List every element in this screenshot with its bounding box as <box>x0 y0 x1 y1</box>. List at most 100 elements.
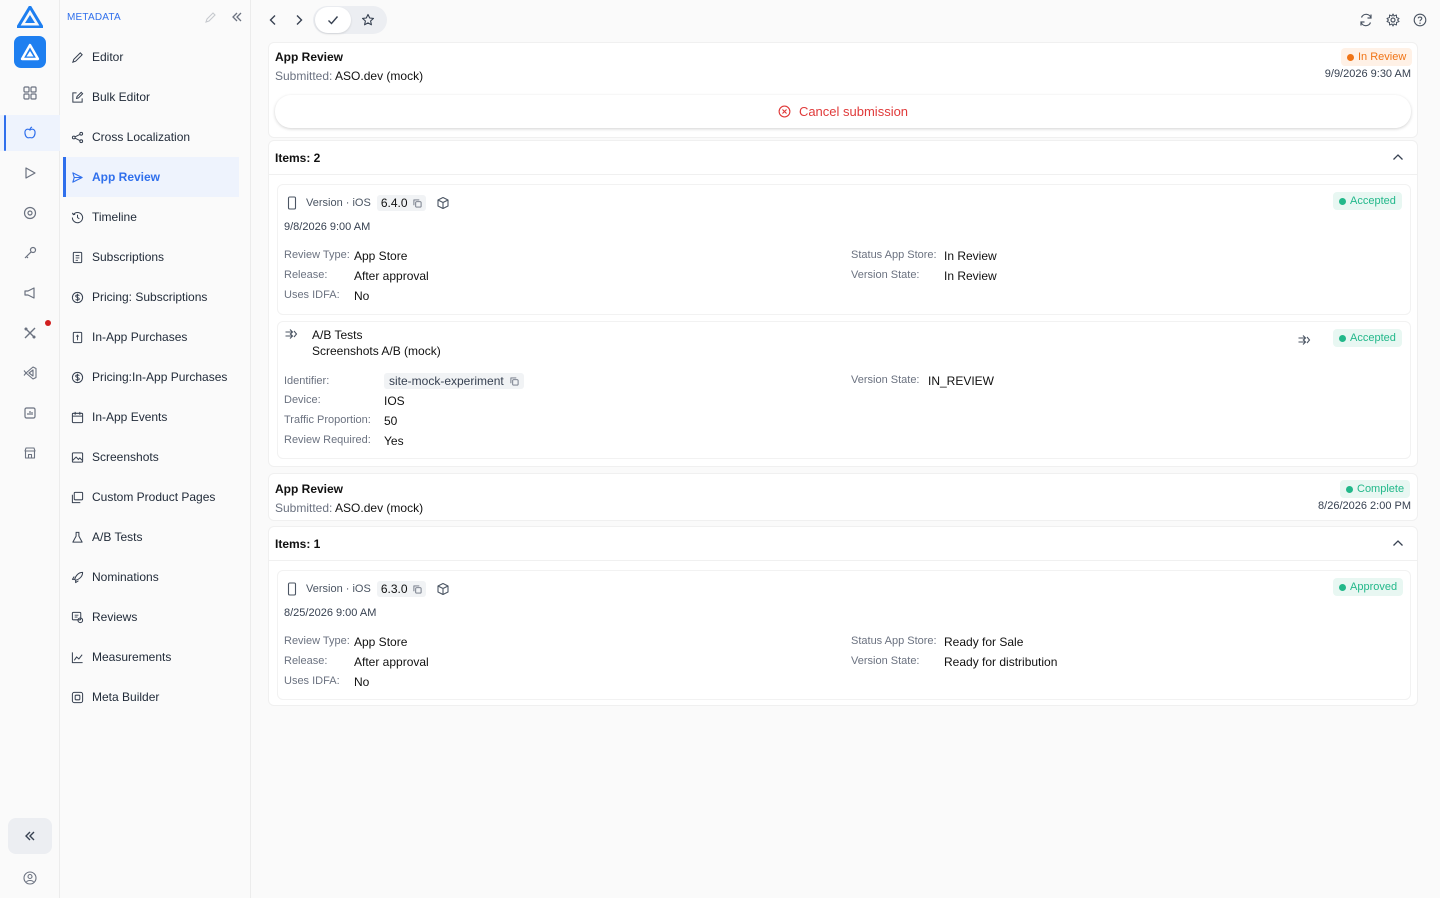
store-status-label: Status App Store: <box>851 249 937 261</box>
cancel-submission-button[interactable]: Cancel submission <box>275 95 1411 128</box>
sidebar-item-timeline[interactable]: Timeline <box>63 197 239 237</box>
divider <box>268 560 1418 561</box>
copy-icon[interactable] <box>510 376 519 386</box>
version-state-row: Version State: In Review <box>851 269 997 283</box>
megaphone-icon[interactable] <box>0 275 60 311</box>
send-icon <box>72 171 83 183</box>
collapse-sidebar-icon[interactable] <box>230 10 244 24</box>
device-value: IOS <box>384 394 405 408</box>
sidebar-item-in-app-purchases[interactable]: In-App Purchases <box>63 317 239 357</box>
aso-logo-icon[interactable] <box>16 5 44 29</box>
report-icon[interactable] <box>0 395 60 431</box>
review-type-row: Review Type: App Store <box>284 249 407 263</box>
sidebar-item-label: Measurements <box>92 650 172 664</box>
version-state-value: In Review <box>944 269 997 283</box>
star-icon <box>361 13 375 26</box>
sidebar-item-bulk-editor[interactable]: Bulk Editor <box>63 77 239 117</box>
sidebar-item-in-app-events[interactable]: In-App Events <box>63 397 239 437</box>
help-circle-icon <box>1413 13 1427 27</box>
icon-rail <box>0 0 60 898</box>
sidebar-item-subscriptions[interactable]: Subscriptions <box>63 237 239 277</box>
status-badge: Complete <box>1340 480 1411 498</box>
ab-version-state-row: Version State: IN_REVIEW <box>851 374 994 388</box>
apps-grid-icon[interactable] <box>0 75 60 111</box>
app-icon[interactable] <box>14 36 46 68</box>
settings-button[interactable] <box>1379 6 1407 34</box>
version-chip[interactable]: 6.4.0 <box>376 195 426 211</box>
user-account-icon[interactable] <box>0 864 60 892</box>
review-date: 8/26/2026 2:00 PM <box>1318 500 1411 512</box>
sidebar-item-ab-tests[interactable]: A/B Tests <box>63 517 239 557</box>
status-badge: Approved <box>1333 578 1404 596</box>
ab-test-item-card <box>277 321 1411 459</box>
version-row: Version · iOS 6.4.0 <box>285 195 450 211</box>
receipt-icon <box>72 331 83 343</box>
cancel-submission-label: Cancel submission <box>798 104 909 119</box>
ab-test-action-icon[interactable] <box>1297 333 1311 347</box>
sidebar-item-measurements[interactable]: Measurements <box>63 637 239 677</box>
sidebar-item-screenshots[interactable]: Screenshots <box>63 437 239 477</box>
vscode-icon[interactable] <box>0 355 60 391</box>
copy-icon[interactable] <box>412 584 422 594</box>
dollar-circle-icon <box>71 291 84 303</box>
identifier-value: site-mock-experiment <box>389 374 504 388</box>
target-icon[interactable] <box>0 195 60 231</box>
collapse-rail-button[interactable] <box>8 818 52 854</box>
apple-icon[interactable] <box>0 115 60 151</box>
store-icon[interactable] <box>0 435 60 471</box>
ab-test-name: Screenshots A/B (mock) <box>312 344 441 358</box>
review-type-value: App Store <box>354 635 408 649</box>
ab-test-title: A/B Tests <box>312 328 363 342</box>
sidebar-item-app-review[interactable]: App Review <box>63 157 239 197</box>
play-icon[interactable] <box>0 155 60 191</box>
status-badge: In Review <box>1341 48 1413 66</box>
favorite-button[interactable] <box>354 6 382 34</box>
submitted-by-value: ASO.dev (mock) <box>335 69 424 83</box>
refresh-button[interactable] <box>1352 6 1380 34</box>
help-button[interactable] <box>1406 6 1434 34</box>
sidebar-item-nominations[interactable]: Nominations <box>63 557 239 597</box>
review-type-label: Review Type: <box>284 249 350 261</box>
chevron-up-icon[interactable] <box>1391 536 1405 550</box>
key-icon[interactable] <box>0 235 60 271</box>
submitted-label: Submitted: <box>275 69 333 83</box>
idfa-row: Uses IDFA: No <box>284 289 369 303</box>
sidebar-item-custom-product-pages[interactable]: Custom Product Pages <box>63 477 239 517</box>
submitted-by: Submitted: ASO.dev (mock) <box>275 501 423 515</box>
chevron-up-icon[interactable] <box>1391 150 1405 164</box>
copy-icon[interactable] <box>412 198 422 208</box>
sidebar-item-reviews[interactable]: Reviews <box>63 597 239 637</box>
sidebar-item-pricing-subscriptions[interactable]: Pricing: Subscriptions <box>63 277 239 317</box>
chart-icon <box>71 651 83 663</box>
forward-button[interactable] <box>285 6 313 34</box>
version-chip[interactable]: 6.3.0 <box>376 581 426 597</box>
edit-pencil-icon[interactable] <box>203 11 217 25</box>
traffic-value: 50 <box>384 414 398 428</box>
check-button[interactable] <box>315 7 351 33</box>
items-count: Items: 1 <box>275 537 321 551</box>
sidebar-item-label: Reviews <box>92 610 138 624</box>
sidebar-item-label: Subscriptions <box>92 250 165 264</box>
notification-dot <box>45 320 51 326</box>
history-icon <box>71 211 84 223</box>
submitted-label: Submitted: <box>275 501 333 515</box>
sidebar-item-cross-localization[interactable]: Cross Localization <box>63 117 239 157</box>
version-label: Version · iOS <box>306 197 371 209</box>
sidebar-item-editor[interactable]: Editor <box>63 37 239 77</box>
tools-icon[interactable] <box>0 315 60 351</box>
identifier-chip[interactable]: site-mock-experiment <box>384 373 524 389</box>
package-icon[interactable] <box>436 582 450 596</box>
package-icon[interactable] <box>436 196 450 210</box>
version-date: 8/25/2026 9:00 AM <box>284 607 377 619</box>
store-status-row: Status App Store: Ready for Sale <box>851 635 1023 649</box>
sidebar-item-meta-builder[interactable]: Meta Builder <box>63 677 239 717</box>
sidebar-item-label: Pricing:In-App Purchases <box>92 370 228 384</box>
edit-square-icon <box>72 91 84 103</box>
back-button[interactable] <box>259 6 287 34</box>
phone-icon <box>287 582 297 596</box>
pencil-icon <box>72 51 83 63</box>
review-type-row: Review Type: App Store <box>284 635 407 649</box>
sidebar-item-label: Nominations <box>92 570 159 584</box>
idfa-label: Uses IDFA: <box>284 675 340 687</box>
sidebar-item-pricing-in-app-purchases[interactable]: Pricing:In-App Purchases <box>63 357 239 397</box>
